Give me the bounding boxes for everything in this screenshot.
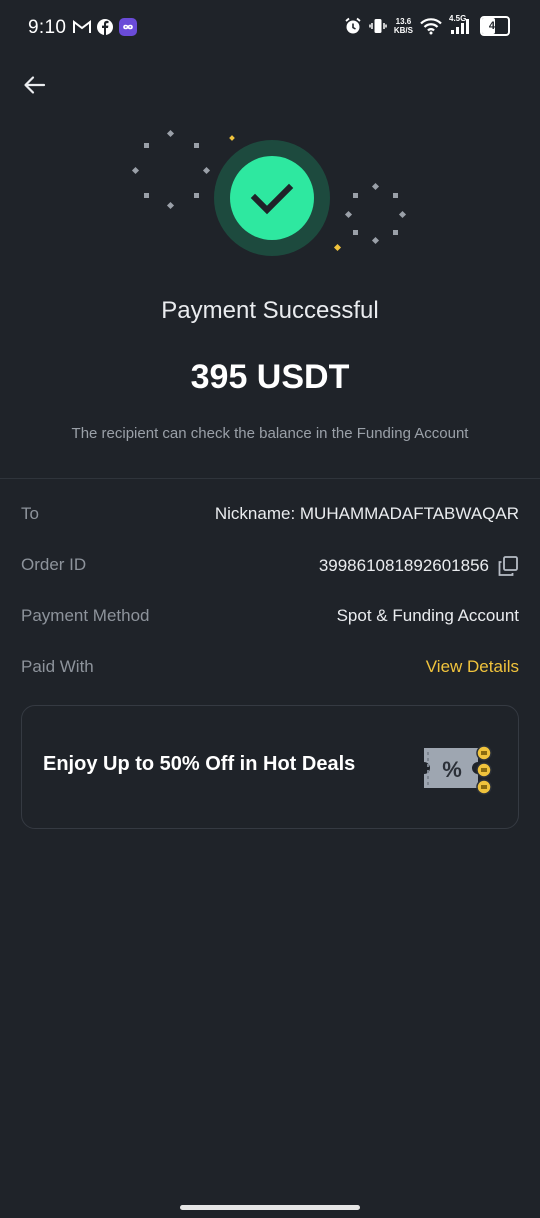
- svg-text:%: %: [442, 757, 462, 782]
- arrow-left-icon: [24, 76, 46, 94]
- status-bar: 9:10 13.6 KB/S 4.5G 49: [0, 0, 540, 58]
- payment-method-value: Spot & Funding Account: [336, 606, 519, 625]
- promo-text: Enjoy Up to 50% Off in Hot Deals: [43, 753, 356, 775]
- vibrate-icon: [369, 19, 387, 33]
- to-label: To: [21, 504, 39, 523]
- success-illustration: [0, 120, 540, 260]
- payment-subtitle: The recipient can check the balance in t…: [71, 425, 469, 442]
- detail-row-payment-method: Payment Method Spot & Funding Account: [21, 602, 519, 632]
- alarm-icon: [345, 17, 361, 34]
- discount-coupon-icon: %: [424, 745, 492, 795]
- paid-with-label: Paid With: [21, 657, 94, 676]
- signal-bars-icon: [451, 19, 469, 34]
- check-circle-icon: [250, 183, 294, 215]
- wifi-icon: [420, 18, 442, 35]
- battery-indicator: 49: [480, 16, 510, 36]
- detail-row-paid-with: Paid With View Details: [21, 653, 519, 683]
- app-notification-icon: [119, 18, 137, 36]
- battery-percent: 49: [488, 20, 502, 32]
- order-id-value-group: 399861081892601856: [319, 555, 519, 577]
- network-speed-value: 13.6: [395, 17, 412, 26]
- detail-row-order-id: Order ID 399861081892601856: [21, 551, 519, 581]
- copy-icon[interactable]: [497, 555, 519, 577]
- order-id-value: 399861081892601856: [318, 556, 489, 575]
- status-time: 9:10: [28, 17, 67, 38]
- network-speed-unit: KB/S: [393, 26, 413, 35]
- payment-method-label: Payment Method: [21, 606, 150, 625]
- gmail-icon: [73, 20, 91, 33]
- facebook-icon: [97, 19, 113, 35]
- to-value: Nickname: MUHAMMADAFTABWAQAR: [214, 504, 519, 523]
- hot-deals-promo-card[interactable]: Enjoy Up to 50% Off in Hot Deals %: [21, 705, 519, 829]
- home-indicator[interactable]: [180, 1205, 360, 1210]
- view-details-link[interactable]: View Details: [426, 657, 519, 677]
- payment-status-title: Payment Successful: [161, 297, 379, 324]
- order-id-label: Order ID: [21, 555, 87, 574]
- status-system-icons: 13.6 KB/S 4.5G 49: [344, 14, 510, 36]
- cellular-signal: 4.5G: [449, 14, 473, 35]
- network-speed: 13.6 KB/S: [394, 17, 413, 35]
- back-button[interactable]: [20, 70, 50, 100]
- status-notification-icons: [73, 18, 137, 36]
- detail-row-to: To Nickname: MUHAMMADAFTABWAQAR: [21, 500, 519, 530]
- section-divider: [0, 478, 540, 479]
- payment-amount: 395 USDT: [190, 358, 350, 396]
- success-badge: [214, 140, 330, 256]
- success-circle: [230, 156, 314, 240]
